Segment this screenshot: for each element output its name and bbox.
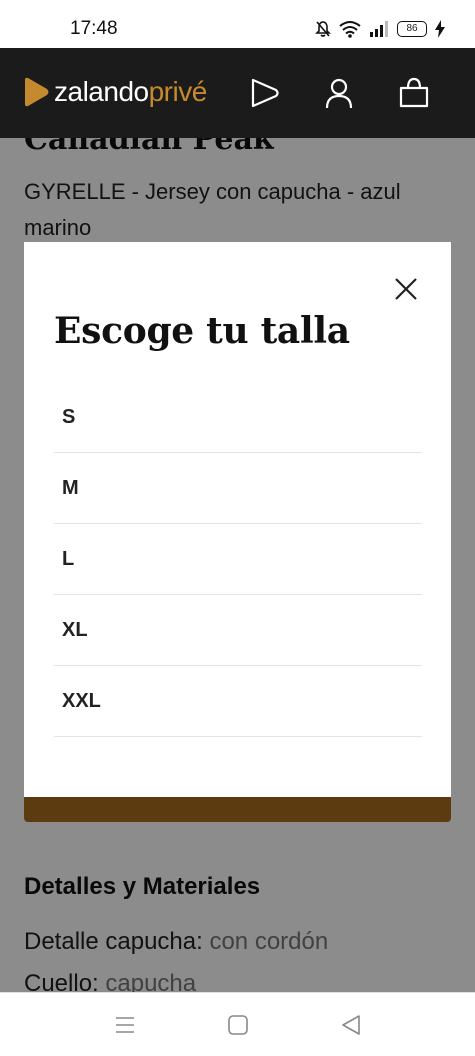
modal-title: Escoge tu talla bbox=[54, 310, 350, 352]
size-option-l[interactable]: L bbox=[54, 524, 422, 595]
size-selector-modal: Escoge tu talla S M L XL XXL bbox=[24, 242, 451, 797]
status-time: 17:48 bbox=[70, 18, 118, 39]
size-label: S bbox=[62, 405, 76, 428]
size-label: XL bbox=[62, 618, 88, 641]
size-option-xxl[interactable]: XXL bbox=[54, 666, 422, 737]
home-icon[interactable] bbox=[226, 1013, 250, 1037]
size-option-xl[interactable]: XL bbox=[54, 595, 422, 666]
size-label: XXL bbox=[62, 689, 101, 712]
app-header: zalandoprivé bbox=[0, 48, 475, 138]
size-option-m[interactable]: M bbox=[54, 453, 422, 524]
logo-text-prive: privé bbox=[148, 76, 208, 107]
play-icon[interactable] bbox=[248, 76, 282, 110]
status-bar: 17:48 86 bbox=[0, 0, 475, 48]
logo-text-zalando: zalando bbox=[54, 76, 149, 107]
back-icon[interactable] bbox=[339, 1013, 363, 1037]
battery-level: 86 bbox=[406, 23, 418, 34]
charging-icon bbox=[435, 20, 445, 38]
close-icon[interactable] bbox=[391, 274, 421, 304]
signal-icon bbox=[370, 21, 388, 37]
size-label: M bbox=[62, 476, 79, 499]
battery-icon: 86 bbox=[397, 21, 427, 37]
size-label: L bbox=[62, 547, 75, 570]
status-icons: 86 bbox=[315, 20, 445, 38]
size-list: S M L XL XXL bbox=[54, 382, 422, 737]
size-option-s[interactable]: S bbox=[54, 382, 422, 453]
logo-mark-icon bbox=[25, 77, 49, 107]
bag-icon[interactable] bbox=[397, 76, 431, 110]
menu-icon[interactable] bbox=[113, 1013, 137, 1037]
wifi-icon bbox=[339, 21, 361, 38]
user-icon[interactable] bbox=[322, 76, 356, 110]
logo-text: zalandoprivé bbox=[54, 76, 207, 108]
bell-muted-icon bbox=[315, 21, 331, 37]
system-nav-bar bbox=[0, 992, 475, 1056]
zalando-prive-logo[interactable]: zalandoprivé bbox=[22, 76, 207, 108]
